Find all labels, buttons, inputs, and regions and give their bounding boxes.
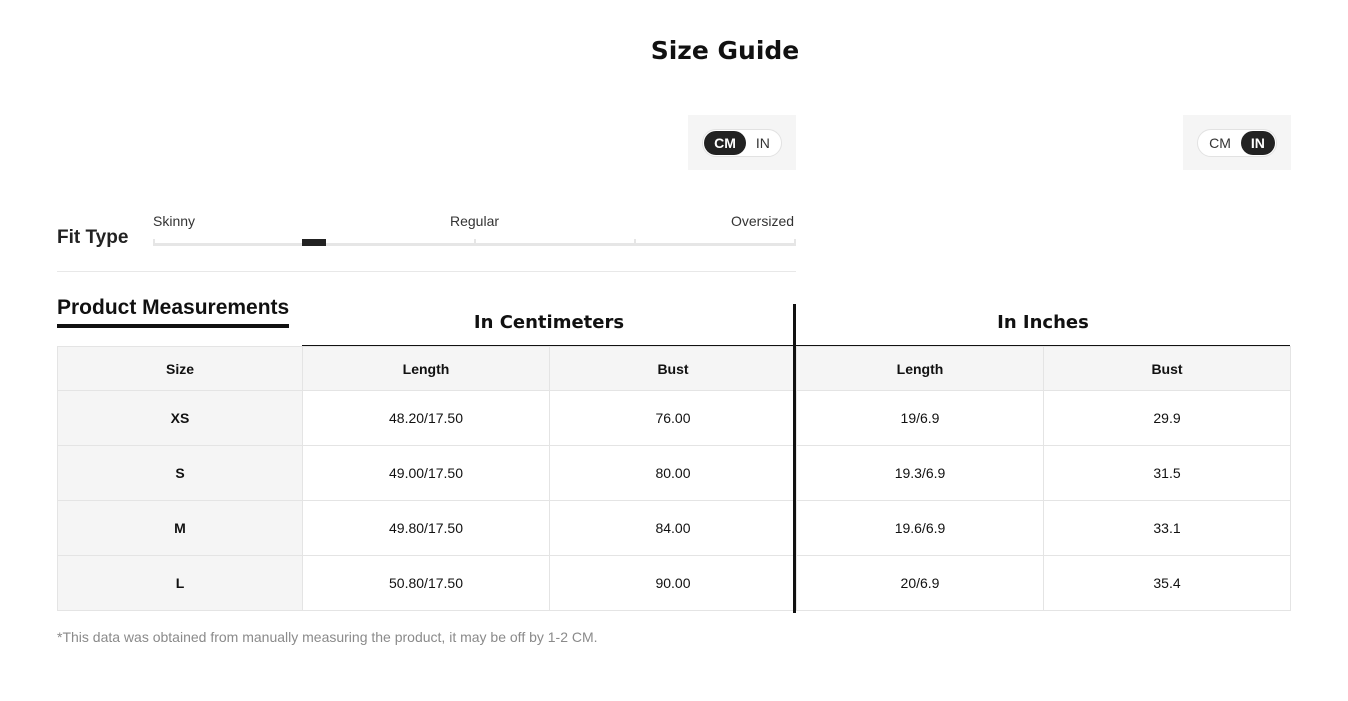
fit-type-scale: [153, 239, 796, 246]
fit-scale-tick: [794, 239, 796, 246]
divider: [57, 271, 796, 272]
fit-scale-tick: [634, 239, 636, 246]
column-header: Bust: [1043, 346, 1291, 391]
unit-option-in[interactable]: IN: [1240, 130, 1275, 155]
fit-scale-tick: [474, 239, 476, 246]
table-cell: 33.1: [1043, 500, 1291, 556]
table-cell: 19.3/6.9: [796, 445, 1044, 501]
unit-toggle-panel-cm: CM IN: [688, 115, 796, 170]
unit-divider: [793, 304, 796, 613]
group-header-inches: In Inches: [997, 312, 1089, 333]
column-header: Size: [57, 346, 303, 391]
unit-toggle-panel-in: CM IN: [1183, 115, 1291, 170]
size-cell: L: [57, 555, 303, 611]
table-cell: 35.4: [1043, 555, 1291, 611]
table-row: L 50.80/17.50 90.00 20/6.9 35.4: [57, 555, 1291, 611]
table-row: XS 48.20/17.50 76.00 19/6.9 29.9: [57, 390, 1291, 446]
product-measurements-title: Product Measurements: [57, 296, 290, 328]
fit-type-label: Fit Type: [57, 227, 129, 248]
column-header: Length: [302, 346, 550, 391]
column-header: Bust: [549, 346, 797, 391]
fit-scale-regular: Regular: [450, 213, 500, 229]
table-cell: 20/6.9: [796, 555, 1044, 611]
table-cell: 90.00: [549, 555, 797, 611]
page-title: Size Guide: [650, 36, 800, 65]
unit-option-in[interactable]: IN: [746, 131, 780, 155]
table-cell: 50.80/17.50: [302, 555, 550, 611]
size-cell: M: [57, 500, 303, 556]
table-cell: 29.9: [1043, 390, 1291, 446]
table-cell: 49.00/17.50: [302, 445, 550, 501]
fit-scale-oversized: Oversized: [731, 213, 795, 229]
size-cell: S: [57, 445, 303, 501]
size-cell: XS: [57, 390, 303, 446]
table-row: S 49.00/17.50 80.00 19.3/6.9 31.5: [57, 445, 1291, 501]
table-row: M 49.80/17.50 84.00 19.6/6.9 33.1: [57, 500, 1291, 556]
group-header-centimeters: In Centimeters: [473, 312, 625, 333]
disclaimer-note: *This data was obtained from manually me…: [57, 629, 598, 645]
fit-type-indicator: [302, 239, 326, 246]
unit-toggle[interactable]: CM IN: [702, 128, 782, 157]
table-cell: 31.5: [1043, 445, 1291, 501]
column-header: Length: [796, 346, 1044, 391]
table-header-row: Size Length Bust Length Bust: [57, 346, 1291, 391]
unit-option-cm[interactable]: CM: [704, 130, 746, 155]
table-cell: 80.00: [549, 445, 797, 501]
unit-option-cm[interactable]: CM: [1199, 131, 1241, 155]
table-cell: 49.80/17.50: [302, 500, 550, 556]
size-table: Size Length Bust Length Bust XS 48.20/17…: [57, 346, 1291, 611]
table-cell: 48.20/17.50: [302, 390, 550, 446]
fit-scale-tick: [153, 239, 155, 246]
table-cell: 19/6.9: [796, 390, 1044, 446]
table-cell: 76.00: [549, 390, 797, 446]
unit-toggle[interactable]: CM IN: [1197, 128, 1277, 157]
table-cell: 84.00: [549, 500, 797, 556]
fit-scale-skinny: Skinny: [153, 213, 196, 229]
table-cell: 19.6/6.9: [796, 500, 1044, 556]
